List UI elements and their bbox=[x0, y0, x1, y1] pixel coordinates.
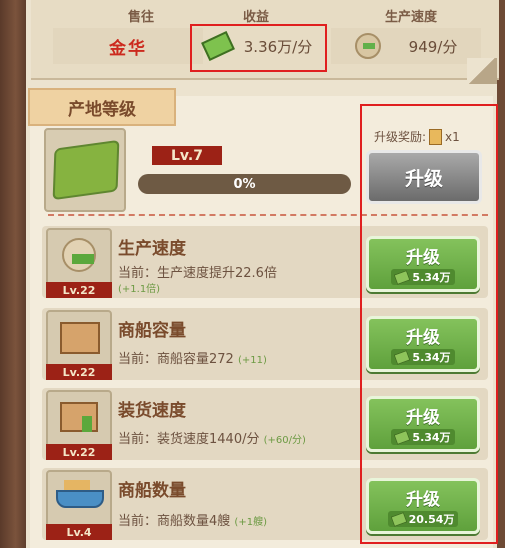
item-title: 商船数量 bbox=[118, 481, 186, 501]
land-icon bbox=[52, 139, 120, 201]
level-tag: Lv.22 bbox=[46, 364, 112, 380]
speed-value: 949/分 bbox=[408, 37, 458, 56]
item-title: 生产速度 bbox=[118, 239, 186, 259]
arrow-icon bbox=[72, 254, 94, 264]
page-curl bbox=[467, 58, 497, 84]
destination-value: 金华 bbox=[109, 38, 147, 59]
level-tag: Lv.22 bbox=[46, 282, 112, 298]
ship-icon bbox=[56, 490, 104, 508]
item-title: 装货速度 bbox=[118, 401, 186, 421]
upgrade-column-highlight-box bbox=[360, 104, 498, 544]
item-inc: (+1.1倍) bbox=[118, 284, 161, 295]
header-income: 收益 bbox=[242, 10, 269, 25]
income-highlight-box bbox=[190, 24, 327, 72]
item-thumb-production: Lv.22 bbox=[46, 228, 112, 298]
down-arrow-icon bbox=[82, 416, 92, 432]
production-speed-icon bbox=[354, 33, 381, 59]
origin-level-badge: Lv.7 bbox=[152, 146, 222, 165]
item-desc: 当前：商船容量272 (+11) bbox=[118, 352, 267, 367]
item-desc: 当前：商船数量4艘 (+1艘) bbox=[118, 514, 267, 529]
cargo-box-icon bbox=[60, 322, 100, 354]
level-tag: Lv.22 bbox=[46, 444, 112, 460]
progress-text: 0% bbox=[233, 176, 256, 192]
destination-cell: 金华 bbox=[53, 28, 203, 64]
origin-thumbnail bbox=[44, 128, 126, 212]
item-thumb-cargo: Lv.22 bbox=[46, 310, 112, 380]
loading-speed-icon bbox=[60, 402, 98, 432]
item-desc: 当前：生产速度提升22.6倍 bbox=[118, 266, 277, 281]
header-speed: 生产速度 bbox=[384, 10, 437, 25]
item-thumb-ships: Lv.4 bbox=[46, 470, 112, 540]
speed-cell: 949/分 bbox=[331, 28, 481, 64]
item-title: 商船容量 bbox=[118, 321, 186, 341]
header-destination: 售往 bbox=[127, 10, 154, 25]
section-title: 产地等级 bbox=[28, 88, 176, 126]
left-frame bbox=[0, 0, 26, 548]
item-desc: 当前：装货速度1440/分 (+60/分) bbox=[118, 432, 306, 447]
level-tag: Lv.4 bbox=[46, 524, 112, 540]
item-thumb-loading: Lv.22 bbox=[46, 390, 112, 460]
origin-progress-bar: 0% bbox=[138, 174, 351, 194]
cargo-icon bbox=[64, 480, 90, 490]
